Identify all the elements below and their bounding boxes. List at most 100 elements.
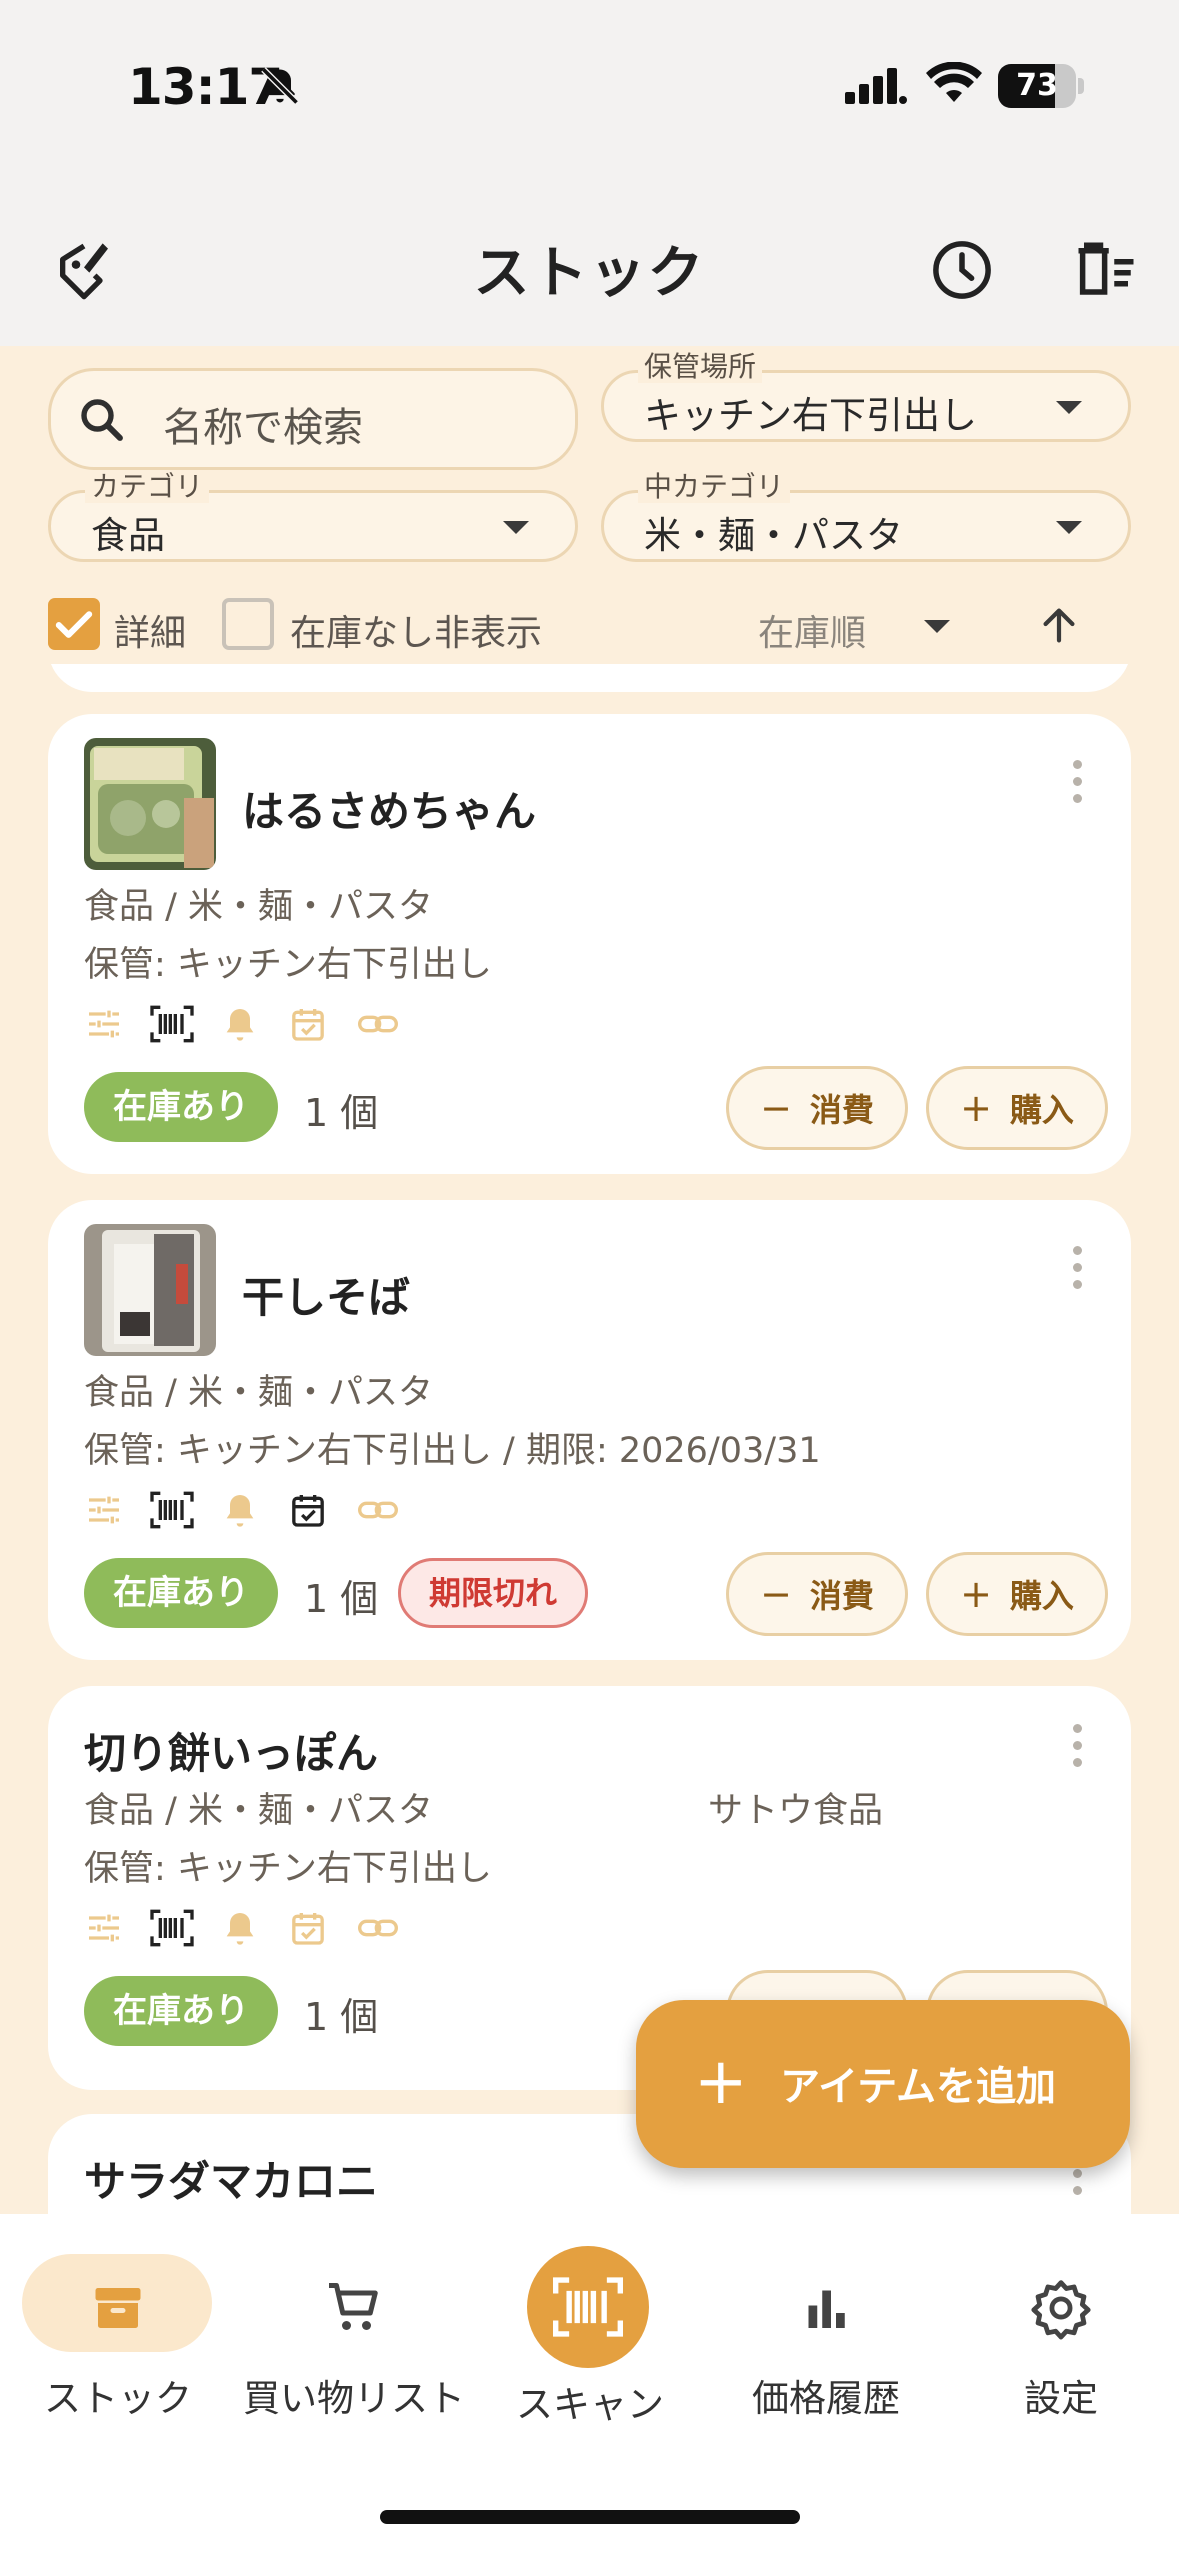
- category-dropdown[interactable]: カテゴリ 食品: [48, 471, 578, 562]
- barcode-icon: [150, 1004, 194, 1048]
- app-bar: ストック: [0, 200, 1179, 346]
- tune-icon: [84, 1004, 124, 1048]
- list-item[interactable]: [48, 664, 1131, 692]
- add-item-label: アイテムを追加: [780, 2064, 1056, 2110]
- subcategory-value: 米・麺・パスタ: [644, 514, 903, 557]
- stock-status-badge: 在庫あり: [84, 1072, 278, 1142]
- subcategory-dropdown[interactable]: 中カテゴリ 米・麺・パスタ: [601, 471, 1131, 562]
- search-placeholder: 名称で検索: [163, 405, 363, 451]
- category-value: 食品: [91, 514, 165, 557]
- item-maker: サトウ食品: [708, 1791, 884, 1831]
- nav-label: 買い物リスト: [243, 2377, 465, 2420]
- sort-dropdown[interactable]: 在庫順: [758, 604, 866, 656]
- nav-label: 価格履歴: [752, 2377, 900, 2420]
- stock-status-badge: 在庫あり: [84, 1976, 278, 2046]
- stock-status-badge: 在庫あり: [84, 1558, 278, 1628]
- chevron-down-icon: [1056, 401, 1082, 414]
- barcode-icon: [150, 1908, 194, 1952]
- search-input[interactable]: 名称で検索: [48, 368, 578, 470]
- barcode-scan-icon: [553, 2272, 623, 2346]
- item-storage: 保管: キッチン右下引出し: [84, 1849, 492, 1889]
- more-menu-icon[interactable]: [1071, 760, 1083, 811]
- location-label: 保管場所: [638, 351, 763, 383]
- category-label: カテゴリ: [85, 471, 210, 503]
- nav-scan[interactable]: [527, 2246, 649, 2368]
- stock-list[interactable]: はるさめちゃん 食品 / 米・麺・パスタ 保管: キッチン右下引出し 在庫あり …: [0, 664, 1179, 2214]
- chevron-down-icon: [503, 521, 529, 534]
- chevron-down-icon: [1056, 521, 1082, 534]
- detail-label: 詳細: [114, 613, 187, 654]
- item-storage: 保管: キッチン右下引出し / 期限: 2026/03/31: [84, 1431, 821, 1471]
- tune-icon: [84, 1908, 124, 1952]
- delete-list-icon[interactable]: [1066, 230, 1146, 310]
- home-indicator: [380, 2510, 800, 2524]
- location-dropdown[interactable]: 保管場所 キッチン右下引出し: [601, 351, 1131, 442]
- bottom-navigation: ストック 買い物リスト スキャン 価格履歴 設定: [0, 2214, 1179, 2556]
- shopping-cart-icon: [322, 2278, 386, 2342]
- battery-icon: 73: [998, 64, 1076, 108]
- item-quantity: 1 個: [304, 1091, 379, 1135]
- item-photo: [84, 1224, 216, 1356]
- bell-icon: [220, 1490, 260, 1534]
- list-item[interactable]: はるさめちゃん 食品 / 米・麺・パスタ 保管: キッチン右下引出し 在庫あり …: [48, 714, 1131, 1174]
- barcode-icon: [150, 1490, 194, 1534]
- subcategory-label: 中カテゴリ: [638, 471, 791, 503]
- detail-checkbox[interactable]: [48, 598, 100, 650]
- add-item-button[interactable]: + アイテムを追加: [636, 2000, 1130, 2168]
- nav-label: 設定: [1024, 2377, 1098, 2420]
- filter-panel: 名称で検索 保管場所 キッチン右下引出し カテゴリ 食品 中カテゴリ 米・麺・パ…: [0, 346, 1179, 664]
- calendar-icon: [288, 1908, 328, 1952]
- archive-icon: [88, 2278, 148, 2342]
- item-photo: [84, 738, 216, 870]
- wifi-icon: [926, 61, 982, 110]
- item-storage: 保管: キッチン右下引出し: [84, 945, 492, 985]
- list-item[interactable]: 干しそば 食品 / 米・麺・パスタ 保管: キッチン右下引出し / 期限: 20…: [48, 1200, 1131, 1660]
- location-value: キッチン右下引出し: [644, 394, 977, 437]
- nav-label: ストック: [44, 2377, 192, 2420]
- link-icon: [356, 1004, 400, 1048]
- bell-icon: [220, 1908, 260, 1952]
- cellular-signal-icon: [845, 66, 909, 110]
- item-name: はるさめちゃん: [242, 787, 537, 836]
- minus-icon: −: [760, 1086, 792, 1130]
- bell-off-icon: [258, 64, 302, 112]
- buy-button[interactable]: + 購入: [926, 1552, 1108, 1636]
- chevron-down-icon[interactable]: [924, 620, 950, 633]
- plus-icon: +: [694, 2045, 748, 2119]
- item-category: 食品 / 米・麺・パスタ: [84, 1373, 434, 1413]
- history-icon[interactable]: [922, 230, 1002, 310]
- item-name: 切り餅いっぽん: [84, 1729, 379, 1778]
- calendar-icon: [288, 1004, 328, 1048]
- plus-icon: +: [960, 1572, 992, 1616]
- hide-out-of-stock-label: 在庫なし非表示: [290, 613, 543, 654]
- expired-badge: 期限切れ: [398, 1558, 588, 1628]
- sort-ascending-icon[interactable]: [1036, 602, 1082, 652]
- item-quantity: 1 個: [304, 1995, 379, 2039]
- item-category: 食品 / 米・麺・パスタ: [84, 887, 434, 927]
- consume-button[interactable]: − 消費: [726, 1552, 908, 1636]
- item-quantity: 1 個: [304, 1577, 379, 1621]
- item-category: 食品 / 米・麺・パスタ: [84, 1791, 434, 1831]
- link-icon: [356, 1490, 400, 1534]
- calendar-icon: [288, 1490, 328, 1534]
- link-icon: [356, 1908, 400, 1952]
- item-name: 干しそば: [242, 1273, 411, 1322]
- buy-button[interactable]: + 購入: [926, 1066, 1108, 1150]
- more-menu-icon[interactable]: [1071, 1246, 1083, 1297]
- nav-label[interactable]: スキャン: [472, 2374, 708, 2428]
- plus-icon: +: [960, 1086, 992, 1130]
- consume-button[interactable]: − 消費: [726, 1066, 908, 1150]
- more-menu-icon[interactable]: [1071, 1724, 1083, 1775]
- status-bar: 13:17 73: [0, 0, 1179, 200]
- page-title: ストック: [473, 241, 706, 306]
- battery-level: 73: [1016, 68, 1058, 103]
- minus-icon: −: [760, 1572, 792, 1616]
- search-icon: [75, 393, 129, 451]
- hide-out-of-stock-checkbox[interactable]: [222, 598, 274, 650]
- tune-icon: [84, 1490, 124, 1534]
- bell-icon: [220, 1004, 260, 1048]
- check-icon: [55, 611, 93, 638]
- item-name: サラダマカロニ: [84, 2157, 379, 2206]
- bar-chart-icon: [796, 2278, 856, 2342]
- gear-icon: [1029, 2276, 1093, 2344]
